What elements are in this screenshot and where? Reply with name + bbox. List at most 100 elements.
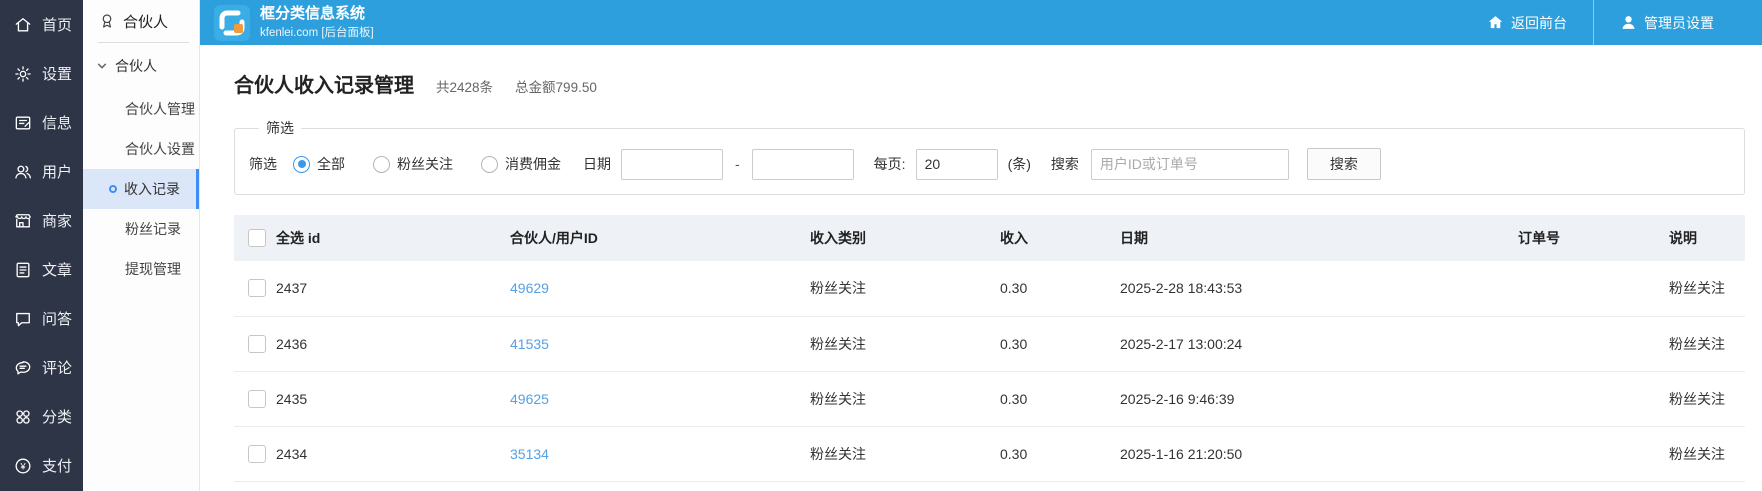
- sidebar-item-label: 商家: [42, 213, 73, 230]
- sidebar-item-label: 分类: [42, 409, 73, 426]
- submenu-item-label: 合伙人设置: [125, 141, 195, 157]
- table-header-row: 全选 id 合伙人/用户ID 收入类别 收入 日期 订单号 说明: [234, 215, 1745, 261]
- date-label: 日期: [583, 156, 611, 172]
- cell-category: 粉丝关注: [810, 371, 1000, 427]
- sidebar-item-merchants[interactable]: 商家: [0, 196, 83, 245]
- submenu-title: 合伙人: [123, 13, 169, 31]
- cell-date: 2025-1-16 21:20:50: [1120, 426, 1518, 482]
- cell-id: 2436: [276, 316, 510, 372]
- submenu-group-partner[interactable]: 合伙人: [83, 43, 199, 89]
- sidebar-item-home[interactable]: 首页: [0, 0, 83, 49]
- per-page-input[interactable]: [915, 148, 998, 180]
- radio-label: 消费佣金: [505, 156, 561, 172]
- submenu-item-partner-manage[interactable]: 合伙人管理: [83, 89, 199, 129]
- per-page-unit: (条): [1007, 156, 1031, 172]
- sidebar-item-categories[interactable]: 分类: [0, 392, 83, 441]
- article-icon: [16, 262, 30, 277]
- cell-category: 粉丝关注: [810, 261, 1000, 317]
- search-button[interactable]: 搜索: [1306, 148, 1381, 180]
- sidebar-item-users[interactable]: 用户: [0, 147, 83, 196]
- sidebar-item-label: 评论: [42, 360, 73, 377]
- search-input[interactable]: [1090, 148, 1289, 180]
- svg-text:¥: ¥: [19, 461, 26, 471]
- table-row: 2434 35134 粉丝关注 0.30 2025-1-16 21:20:50 …: [234, 426, 1745, 482]
- sidebar-item-qa[interactable]: 问答: [0, 294, 83, 343]
- select-all-checkbox[interactable]: [248, 229, 266, 248]
- submenu-item-income-records[interactable]: 收入记录: [83, 169, 199, 209]
- cell-date: 2025-2-16 9:46:39: [1120, 371, 1518, 427]
- app-window: 首页 设置 信息 用户 商家 文章 问答 评论 分类 ¥ 支付 合伙人 合伙人 …: [0, 0, 1762, 491]
- admin-settings-link[interactable]: 管理员设置: [1594, 0, 1740, 45]
- admin-settings-label: 管理员设置: [1644, 14, 1714, 31]
- date-from-input[interactable]: [621, 148, 723, 180]
- radio-consume-commission[interactable]: 消费佣金: [481, 154, 561, 174]
- sidebar-item-payment[interactable]: ¥ 支付: [0, 441, 83, 490]
- income-records-table: 全选 id 合伙人/用户ID 收入类别 收入 日期 订单号 说明 2437 49…: [234, 215, 1745, 482]
- submenu-item-label: 收入记录: [124, 181, 180, 197]
- users-icon: [15, 165, 32, 178]
- cell-order: [1518, 316, 1669, 372]
- page-title-row: 合伙人收入记录管理 共2428条 总金额799.50: [234, 69, 1745, 98]
- main-area: 框分类信息系统 kfenlei.com [后台面板] 返回前台 管理员设置 合伙…: [200, 0, 1762, 491]
- submenu-item-fan-records[interactable]: 粉丝记录: [83, 209, 199, 249]
- header-user: 合伙人/用户ID: [510, 215, 810, 261]
- radio-all[interactable]: 全部: [293, 154, 345, 174]
- back-to-front-link[interactable]: 返回前台: [1461, 0, 1593, 45]
- back-to-front-label: 返回前台: [1511, 14, 1567, 31]
- table-row: 2435 49625 粉丝关注 0.30 2025-2-16 9:46:39 粉…: [234, 371, 1745, 427]
- sidebar-item-label: 问答: [42, 311, 73, 328]
- radio-icon[interactable]: [373, 155, 390, 173]
- sidebar-item-comments[interactable]: 评论: [0, 343, 83, 392]
- submenu-item-partner-settings[interactable]: 合伙人设置: [83, 129, 199, 169]
- medal-icon: [102, 14, 112, 28]
- cell-income: 0.30: [1000, 316, 1120, 372]
- radio-label: 全部: [317, 156, 345, 172]
- date-to-input[interactable]: [751, 148, 854, 180]
- radio-icon[interactable]: [481, 155, 498, 173]
- row-checkbox[interactable]: [248, 334, 266, 353]
- filter-legend: 筛选: [266, 120, 294, 136]
- sidebar-item-settings[interactable]: 设置: [0, 49, 83, 98]
- submenu-item-label: 合伙人管理: [125, 101, 195, 117]
- per-page-label: 每页:: [873, 156, 906, 172]
- row-checkbox[interactable]: [248, 389, 266, 408]
- filter-panel: 筛选 筛选 全部 粉丝关注 消费佣金 日期 - 每页: 20 (条) 搜索 用户…: [234, 118, 1745, 195]
- chevron-down-icon: [97, 63, 107, 69]
- submenu-item-label: 提现管理: [125, 261, 181, 277]
- radio-label: 粉丝关注: [397, 156, 453, 172]
- cell-date: 2025-2-28 18:43:53: [1120, 261, 1518, 317]
- user-id-link[interactable]: 35134: [510, 446, 549, 462]
- cell-date: 2025-2-17 13:00:24: [1120, 316, 1518, 372]
- active-bullet-icon: [109, 185, 117, 193]
- user-id-link[interactable]: 49629: [510, 280, 549, 296]
- sidebar-item-label: 首页: [42, 17, 73, 34]
- sidebar-item-label: 文章: [42, 262, 73, 279]
- cell-order: [1518, 426, 1669, 482]
- user-id-link[interactable]: 41535: [510, 336, 549, 352]
- cell-id: 2437: [276, 261, 510, 317]
- cell-note: 粉丝关注: [1669, 316, 1745, 372]
- filter-label: 筛选: [249, 156, 277, 172]
- header-note: 说明: [1669, 215, 1745, 261]
- qa-icon: [16, 312, 30, 326]
- sidebar-item-messages[interactable]: 信息: [0, 98, 83, 147]
- header-category: 收入类别: [810, 215, 1000, 261]
- sidebar-item-label: 用户: [42, 164, 73, 181]
- radio-icon[interactable]: [293, 155, 310, 173]
- user-id-link[interactable]: 49625: [510, 391, 549, 407]
- row-checkbox[interactable]: [248, 279, 266, 298]
- header-order: 订单号: [1518, 215, 1669, 261]
- sidebar-item-articles[interactable]: 文章: [0, 245, 83, 294]
- filter-row: 筛选 全部 粉丝关注 消费佣金 日期 - 每页: 20 (条) 搜索 用户ID或…: [249, 148, 1730, 180]
- table-row: 2436 41535 粉丝关注 0.30 2025-2-17 13:00:24 …: [234, 316, 1745, 372]
- cell-note: 粉丝关注: [1669, 371, 1745, 427]
- comment-icon: [15, 360, 31, 374]
- home-icon: [1488, 16, 1503, 29]
- cell-order: [1518, 261, 1669, 317]
- row-checkbox[interactable]: [248, 444, 266, 463]
- gear-icon: [15, 65, 31, 82]
- table-row: 2437 49629 粉丝关注 0.30 2025-2-28 18:43:53 …: [234, 261, 1745, 317]
- submenu-item-withdraw-manage[interactable]: 提现管理: [83, 249, 199, 289]
- radio-fan-follow[interactable]: 粉丝关注: [373, 154, 453, 174]
- main-sidebar: 首页 设置 信息 用户 商家 文章 问答 评论 分类 ¥ 支付: [0, 0, 83, 491]
